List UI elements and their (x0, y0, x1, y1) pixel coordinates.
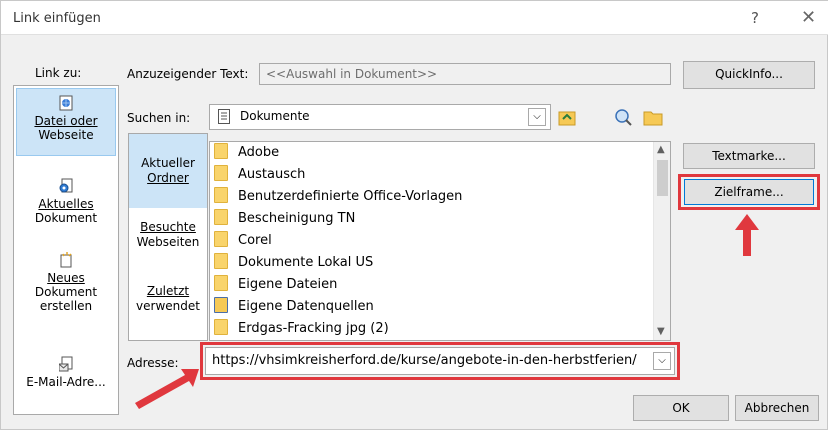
link-to-current-label-2: Dokument (34, 211, 98, 225)
bookmark-button-label: Textmarke... (712, 149, 786, 163)
link-to-panel: Datei oder Webseite Aktuelles Dokument N… (13, 85, 119, 415)
globe-page-icon (59, 95, 73, 111)
email-document-icon (59, 356, 73, 372)
list-item-label: Dokumente Lokal US (238, 255, 374, 270)
close-button[interactable]: ✕ (801, 7, 816, 28)
list-item[interactable]: Austausch (214, 164, 305, 186)
folder-icon (214, 143, 228, 159)
bookmark-button[interactable]: Textmarke... (683, 143, 815, 169)
look-in-label: Suchen in: (127, 111, 191, 125)
list-item[interactable]: Bescheinigung TN (214, 208, 355, 230)
list-item-label: Adobe (238, 145, 280, 160)
folder-icon (214, 275, 228, 291)
tab-current-folder[interactable]: Aktueller Ordner (129, 134, 207, 208)
folder-icon (214, 187, 228, 203)
list-item-label: Eigene Dateien (238, 277, 338, 292)
folder-icon (214, 319, 228, 335)
link-to-email-label: E-Mail-Adre... (26, 375, 106, 389)
list-item[interactable]: Eigene Datenquellen (214, 296, 374, 318)
arrow-annotation-address (135, 369, 199, 409)
list-item-label: Bescheinigung TN (238, 211, 356, 226)
link-to-current-document[interactable]: Aktuelles Dokument (16, 178, 116, 225)
title-bar: Link einfügen ? ✕ (1, 1, 828, 35)
target-frame-highlight (678, 174, 820, 210)
folder-icon (214, 231, 228, 247)
folder-icon (214, 209, 228, 225)
ok-button[interactable]: OK (633, 395, 729, 421)
new-document-icon (60, 252, 72, 268)
quickinfo-button[interactable]: QuickInfo... (683, 61, 815, 89)
link-to-new-label-1: Neues (47, 271, 85, 285)
cancel-button[interactable]: Abbrechen (735, 395, 819, 421)
tab-recent-files[interactable]: Zuletzt verwendet (129, 284, 207, 324)
display-text-field[interactable]: <<Auswahl in Dokument>> (259, 63, 671, 85)
list-item[interactable]: Corel (214, 230, 272, 252)
scroll-up-icon[interactable]: ▲ (657, 144, 665, 155)
link-to-file-label-2: Webseite (38, 128, 94, 142)
tab-current-folder-line2: Ordner (147, 171, 189, 185)
chevron-down-icon[interactable]: ⌵ (528, 108, 546, 126)
link-to-current-label-1: Aktuelles (38, 197, 94, 211)
list-item-label: Erdgas-Fracking jpg (2) (238, 321, 389, 336)
browse-file-icon[interactable] (643, 107, 663, 127)
document-folder-icon (218, 109, 230, 124)
list-item-label: Eigene Datenquellen (238, 299, 374, 314)
display-text-value: <<Auswahl in Dokument>> (266, 67, 438, 81)
file-list[interactable]: Adobe Austausch Benutzerdefinierte Offic… (209, 141, 671, 341)
link-to-new-document[interactable]: Neues Dokument erstellen (16, 252, 116, 313)
list-item-label: Benutzerdefinierte Office-Vorlagen (238, 189, 463, 204)
list-item-label: Corel (238, 233, 272, 248)
tab-recent-line1: Zuletzt (146, 284, 190, 298)
link-to-new-label-3: erstellen (39, 299, 93, 313)
ok-button-label: OK (672, 401, 690, 415)
data-source-folder-icon (214, 297, 228, 313)
browse-tabs: Aktueller Ordner Besuchte Webseiten Zule… (128, 133, 208, 341)
up-arrow-annotation (735, 214, 759, 256)
list-item[interactable]: Dokumente Lokal US (214, 252, 373, 274)
scroll-down-icon[interactable]: ▼ (657, 326, 665, 337)
list-item[interactable]: Benutzerdefinierte Office-Vorlagen (214, 186, 462, 208)
browse-web-icon[interactable] (613, 107, 633, 127)
display-text-label: Anzuzeigender Text: (127, 67, 249, 81)
tab-visited-line2: Webseiten (136, 235, 200, 249)
quickinfo-button-label: QuickInfo... (715, 67, 783, 81)
list-item[interactable]: Eigene Dateien (214, 274, 337, 296)
dialog-title: Link einfügen (13, 11, 101, 26)
insert-link-dialog: Link einfügen ? ✕ Link zu: Datei oder We… (0, 0, 828, 430)
list-item-label: Austausch (238, 167, 306, 182)
link-to-email[interactable]: E-Mail-Adre... (16, 356, 116, 389)
tab-current-folder-line1: Aktueller (141, 156, 195, 170)
file-list-scrollbar[interactable]: ▲ ▼ (653, 142, 670, 340)
tab-recent-line2: verwendet (136, 299, 200, 313)
folder-icon (214, 165, 228, 181)
help-button[interactable]: ? (751, 9, 759, 27)
scrollbar-thumb[interactable] (657, 160, 668, 196)
link-to-label: Link zu: (35, 66, 82, 80)
address-highlight (200, 342, 680, 380)
list-item[interactable]: Adobe (214, 142, 279, 164)
link-to-file-label-1: Datei oder (34, 114, 98, 128)
look-in-value: Dokumente (240, 109, 310, 123)
look-in-dropdown[interactable]: Dokumente ⌵ (209, 104, 551, 130)
tab-visited-line1: Besuchte (140, 220, 196, 234)
document-target-icon (59, 178, 73, 193)
link-to-new-label-2: Dokument (34, 285, 98, 299)
cancel-button-label: Abbrechen (744, 401, 810, 415)
list-item[interactable]: Erdgas-Fracking jpg (2) (214, 318, 389, 340)
tab-visited-pages[interactable]: Besuchte Webseiten (129, 220, 207, 260)
folder-icon (214, 253, 228, 269)
up-one-folder-icon[interactable] (557, 107, 577, 127)
link-to-file-or-webpage[interactable]: Datei oder Webseite (16, 88, 116, 156)
